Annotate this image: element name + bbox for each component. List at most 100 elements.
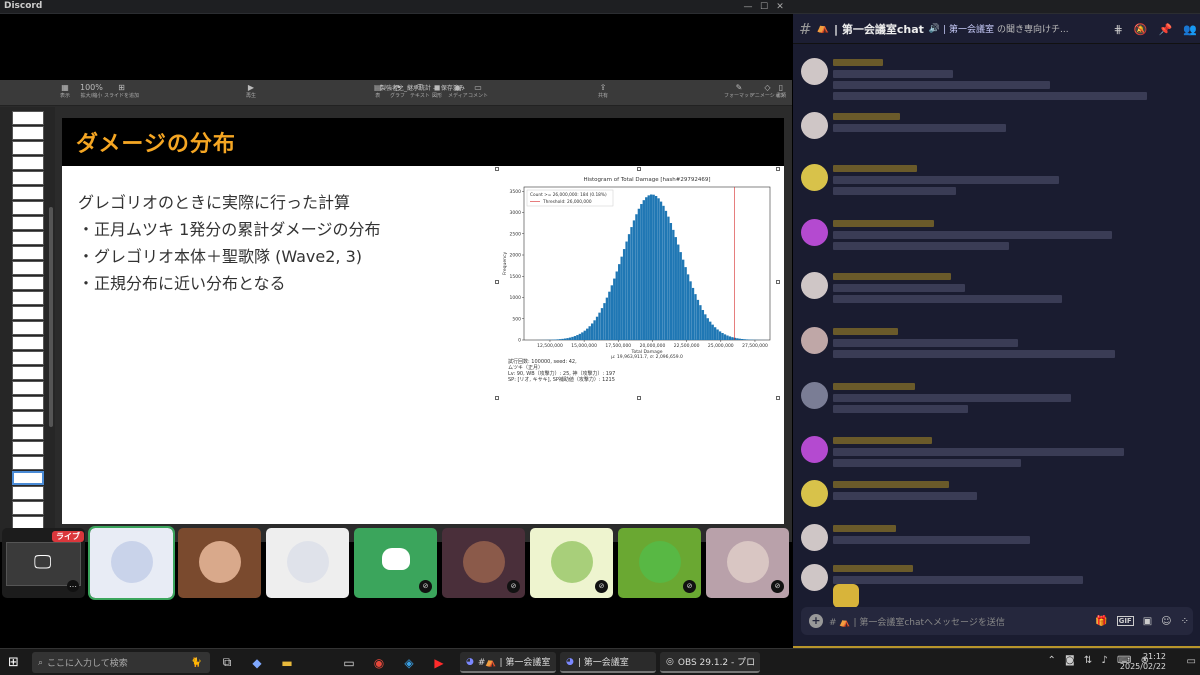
avatar[interactable] <box>801 524 828 551</box>
participant-tile-user-7[interactable]: ⊘ <box>530 528 613 598</box>
notification-icon[interactable]: ▭ <box>1187 656 1196 667</box>
maximize-button[interactable]: ☐ <box>756 0 772 14</box>
task-view-icon[interactable]: ⧉ <box>218 652 236 673</box>
members-icon[interactable]: 👥 <box>1183 23 1197 36</box>
comment-button[interactable]: ▭ コメント <box>468 83 488 99</box>
avatar[interactable] <box>801 272 828 299</box>
pin-icon[interactable]: 📌 <box>1159 23 1173 36</box>
participant-tile-user-9[interactable]: ⊘ <box>706 528 789 598</box>
message-input[interactable]: # ⛺ | 第一会議室chatへメッセージを送信 <box>829 615 1005 628</box>
sticker-icon[interactable]: ▣ <box>1143 616 1152 627</box>
slide-thumbnail[interactable] <box>12 126 44 140</box>
table-button[interactable]: ▤ 表 <box>374 83 382 99</box>
copilot-icon[interactable]: ◆ <box>248 652 266 673</box>
slide-thumbnail[interactable] <box>12 141 44 155</box>
taskbar-clock[interactable]: 21:12 2025/02/22 <box>1120 652 1166 672</box>
avatar[interactable] <box>801 436 828 463</box>
slide-thumbnail[interactable] <box>12 366 44 380</box>
slide-thumbnail[interactable] <box>12 186 44 200</box>
slide-thumbnail[interactable] <box>12 156 44 170</box>
avatar[interactable] <box>801 327 828 354</box>
slide-thumbnail[interactable] <box>12 171 44 185</box>
attach-button[interactable]: + <box>809 614 823 628</box>
view-button[interactable]: ▦ 表示 <box>60 83 70 99</box>
shared-screen[interactable]: ▦ 表示 100% 拡大/縮小 ⊞ スライドを追加 ▶ 再生 製強者之_継承統計 — 保… <box>0 80 792 545</box>
slide-thumbnail[interactable] <box>12 426 44 440</box>
avatar[interactable] <box>801 382 828 409</box>
share-button[interactable]: ⇪ 共有 <box>598 83 608 99</box>
youtube-icon[interactable]: ▶ <box>430 652 448 673</box>
slide-thumbnail[interactable] <box>12 471 44 485</box>
slide-thumbnail[interactable] <box>12 351 44 365</box>
message-author-redacted[interactable] <box>833 113 900 120</box>
app-icon[interactable]: ◈ <box>400 652 418 673</box>
slide-thumbnail[interactable] <box>12 111 44 125</box>
media-button[interactable]: ▣ メディア <box>448 83 468 99</box>
message-author-redacted[interactable] <box>833 59 883 66</box>
slide-thumbnail[interactable] <box>12 291 44 305</box>
apps-icon[interactable]: ⁘ <box>1181 616 1189 627</box>
slide-thumbnail[interactable] <box>12 261 44 275</box>
slide-thumbnail[interactable] <box>12 276 44 290</box>
message-list[interactable] <box>793 44 1200 609</box>
chart-button[interactable]: ◔ グラフ <box>390 83 405 99</box>
slide-thumbnail[interactable] <box>12 321 44 335</box>
chrome-icon[interactable]: ◉ <box>370 652 388 673</box>
message-author-redacted[interactable] <box>833 165 917 172</box>
selection-handle[interactable] <box>495 167 499 171</box>
avatar[interactable] <box>801 219 828 246</box>
mute-icon[interactable]: 🔕 <box>1134 23 1148 36</box>
message-author-redacted[interactable] <box>833 328 898 335</box>
windows-start-icon[interactable]: ⊞ <box>8 652 24 673</box>
avatar[interactable] <box>801 480 828 507</box>
slide-thumbnail[interactable] <box>12 381 44 395</box>
message-author-redacted[interactable] <box>833 220 934 227</box>
taskbar-window-obs[interactable]: ◎ OBS 29.1.2 - プロファ... <box>660 652 760 673</box>
slide-thumbnail[interactable] <box>12 216 44 230</box>
slide-thumbnail[interactable] <box>12 201 44 215</box>
slide-body[interactable]: グレゴリオのときに実際に行った計算 ・正月ムツキ 1発分の累計ダメージの分布 ・… <box>78 189 380 297</box>
slide-thumbnail[interactable] <box>12 336 44 350</box>
participant-tile-user-8[interactable]: ⊘ <box>618 528 701 598</box>
slide-thumbnail[interactable] <box>12 456 44 470</box>
selection-handle[interactable] <box>637 396 641 400</box>
emoji-icon[interactable]: ☺ <box>1161 616 1171 627</box>
slide-thumbnail[interactable] <box>12 306 44 320</box>
message-composer[interactable]: + # ⛺ | 第一会議室chatへメッセージを送信 🎁 GIF ▣ ☺ ⁘ <box>801 607 1193 635</box>
message-author-redacted[interactable] <box>833 525 896 532</box>
participant-tile-screen-share[interactable]: 🖵 ライブ… <box>2 528 85 598</box>
minimize-button[interactable]: — <box>740 0 756 14</box>
participant-tile-user-3[interactable] <box>178 528 261 598</box>
slide-navigator[interactable] <box>0 107 55 545</box>
add-slide-button[interactable]: ⊞ スライドを追加 <box>104 83 139 99</box>
taskbar-window-discord-chat[interactable]: ◕ #⛺ | 第一会議室c... <box>460 652 556 673</box>
slide-thumbnail[interactable] <box>12 231 44 245</box>
avatar[interactable] <box>801 58 828 85</box>
avatar[interactable] <box>801 164 828 191</box>
selection-handle[interactable] <box>776 280 780 284</box>
slide-thumbnail[interactable] <box>12 246 44 260</box>
filmstrip-scrollbar[interactable] <box>49 207 53 427</box>
participant-tile-user-5[interactable]: ⊘ <box>354 528 437 598</box>
close-button[interactable]: ✕ <box>772 0 788 14</box>
avatar[interactable] <box>801 112 828 139</box>
taskbar-search[interactable]: ⌕ ここに入力して検索 🐈 <box>32 652 210 673</box>
thread-link[interactable]: 🔊 | 第一会議室 の聞き専向けチ... <box>929 22 1069 36</box>
message-author-redacted[interactable] <box>833 383 915 390</box>
text-button[interactable]: T テキスト <box>410 83 430 99</box>
gift-icon[interactable]: 🎁 <box>1095 616 1107 627</box>
play-button[interactable]: ▶ 再生 <box>246 83 256 99</box>
message-author-redacted[interactable] <box>833 481 949 488</box>
selection-handle[interactable] <box>776 396 780 400</box>
current-slide[interactable]: ダメージの分布 グレゴリオのときに実際に行った計算 ・正月ムツキ 1発分の累計ダ… <box>62 118 784 524</box>
participant-tile-user-6[interactable]: ⊘ <box>442 528 525 598</box>
terminal-icon[interactable]: ▭ <box>340 652 358 673</box>
selection-handle[interactable] <box>637 167 641 171</box>
threads-icon[interactable]: ⋕ <box>1114 23 1123 36</box>
slide-thumbnail[interactable] <box>12 411 44 425</box>
selection-handle[interactable] <box>776 167 780 171</box>
selection-handle[interactable] <box>495 280 499 284</box>
taskbar-window-discord-voice[interactable]: ◕ | 第一会議室 <box>560 652 656 673</box>
more-options-icon[interactable]: … <box>67 580 79 592</box>
message-author-redacted[interactable] <box>833 273 951 280</box>
